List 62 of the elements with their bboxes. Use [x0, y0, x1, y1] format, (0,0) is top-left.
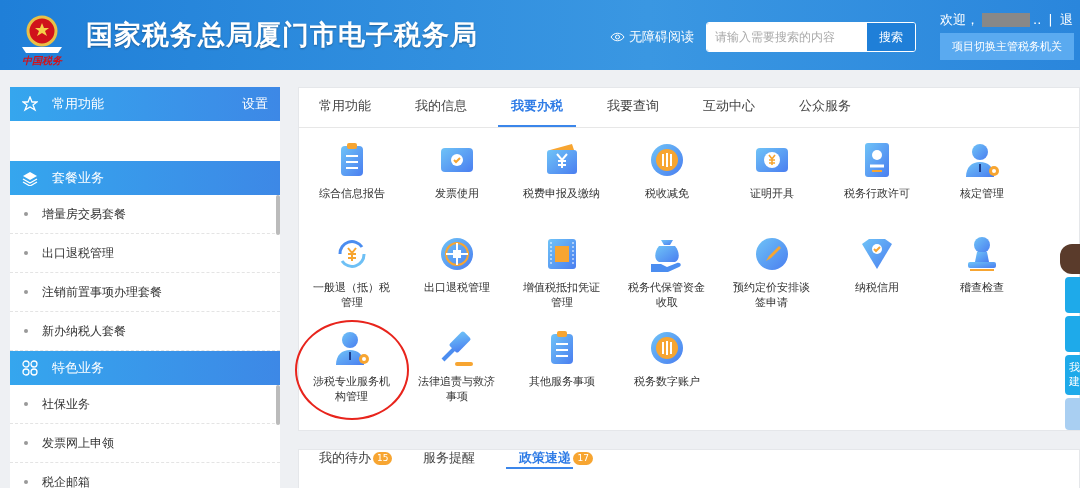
bullet-icon — [24, 329, 28, 333]
bullet-icon — [24, 290, 28, 294]
service-item[interactable]: 增值税抵扣凭证管理 — [518, 234, 605, 324]
service-item[interactable]: 核定管理 — [938, 140, 1025, 230]
service-item[interactable]: 税务行政许可 — [833, 140, 920, 230]
bullet-icon — [24, 441, 28, 445]
sidebar-item[interactable]: 发票网上申领 — [10, 424, 280, 463]
side-button[interactable] — [1065, 277, 1080, 313]
service-item[interactable]: 法律追责与救济事项 — [413, 328, 500, 418]
service-item[interactable]: 证明开具 — [728, 140, 815, 230]
tab[interactable]: 我要查询 — [594, 88, 672, 127]
site-title: 国家税务总局厦门市电子税务局 — [86, 18, 478, 52]
sidebar-item[interactable]: 出口退税管理 — [10, 234, 280, 273]
service-item[interactable]: 综合信息报告 — [308, 140, 395, 230]
service-item[interactable]: 发票使用 — [413, 140, 500, 230]
bullet-icon — [24, 480, 28, 484]
ellipsis-text: .. — [1033, 12, 1042, 27]
section-title: 常用功能 — [52, 95, 105, 113]
side-button[interactable] — [1065, 316, 1080, 352]
emblem-logo: 中国税务 — [10, 3, 74, 67]
service-item[interactable]: 稽查检查 — [938, 234, 1025, 324]
welcome-text: 欢迎， — [940, 10, 979, 29]
service-item[interactable]: 税务代保管资金收取 — [623, 234, 710, 324]
tab[interactable]: 我的待办 — [306, 450, 373, 469]
section-title: 套餐业务 — [52, 169, 105, 187]
scrollbar-thumb[interactable] — [276, 195, 280, 235]
tab[interactable]: 常用功能 — [306, 88, 384, 127]
separator-text: | — [1048, 12, 1053, 27]
tab[interactable]: 我要办税 — [498, 88, 576, 127]
sidebar-item[interactable]: 注销前置事项办理套餐 — [10, 273, 280, 312]
redacted-username — [982, 12, 1030, 27]
section-title: 特色业务 — [52, 359, 105, 377]
back-to-top-button[interactable] — [1065, 398, 1080, 430]
service-item[interactable]: 税费申报及缴纳 — [518, 140, 605, 230]
scrollbar-thumb[interactable] — [276, 385, 280, 425]
bullet-icon — [24, 212, 28, 216]
bullet-icon — [24, 402, 28, 406]
service-item[interactable]: 税务数字账户 — [623, 328, 710, 418]
tab[interactable]: 公众服务 — [786, 88, 864, 127]
eye-icon — [610, 32, 625, 42]
service-item[interactable]: 涉税专业服务机构管理 — [308, 328, 395, 418]
count-badge: 17 — [573, 452, 593, 465]
service-item[interactable]: 税收减免 — [623, 140, 710, 230]
search-button[interactable]: 搜索 — [867, 23, 915, 51]
service-item[interactable]: 纳税信用 — [833, 234, 920, 324]
logout-link[interactable]: 退 — [1059, 10, 1073, 29]
count-badge: 15 — [373, 452, 393, 465]
tab[interactable]: 服务提醒 — [410, 450, 489, 469]
star-icon — [22, 96, 38, 112]
service-item[interactable]: 出口退税管理 — [413, 234, 500, 324]
tab[interactable]: 互动中心 — [690, 88, 768, 127]
settings-link[interactable]: 设置 — [242, 95, 268, 113]
search-field[interactable]: 请输入需要搜索的内容 搜索 — [706, 22, 916, 52]
grid-icon — [22, 360, 38, 376]
sidebar-item[interactable]: 税企邮箱 — [10, 463, 280, 488]
tab[interactable]: 政策速递 — [506, 450, 574, 469]
bullet-icon — [24, 251, 28, 255]
service-item[interactable]: 其他服务事项 — [518, 328, 605, 418]
layers-icon — [22, 170, 38, 186]
service-item[interactable]: 预约定价安排谈签申请 — [728, 234, 815, 324]
service-item[interactable]: 一般退（抵）税管理 — [308, 234, 395, 324]
tab[interactable]: 我的信息 — [402, 88, 480, 127]
